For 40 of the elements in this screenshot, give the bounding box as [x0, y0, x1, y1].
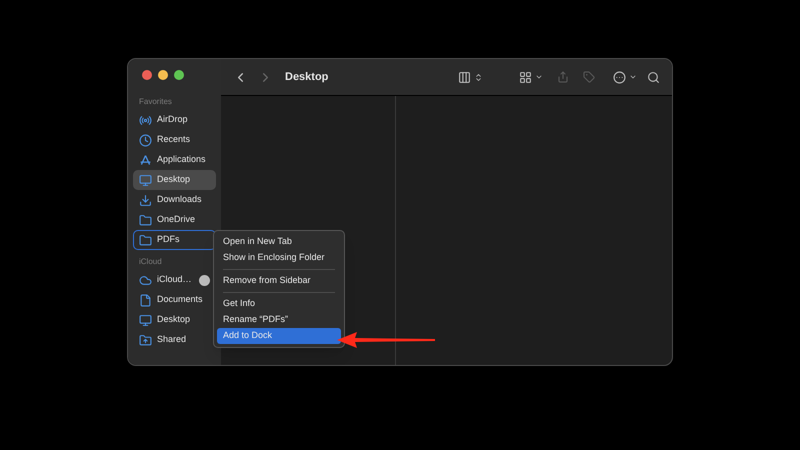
clock-icon: [139, 134, 152, 146]
sidebar-item[interactable]: Recents: [133, 130, 216, 150]
menu-item[interactable]: Rename “PDFs”: [217, 312, 341, 328]
folder-icon: [139, 234, 152, 246]
menu-item[interactable]: Get Info: [217, 296, 341, 312]
menu-item[interactable]: Open in New Tab: [217, 234, 341, 250]
updown-icon[interactable]: [474, 72, 484, 82]
sidebar-heading: iCloud: [138, 256, 163, 268]
sidebar-item[interactable]: AirDrop: [133, 110, 216, 130]
group-icon[interactable]: [519, 70, 532, 84]
sidebar-item[interactable]: Shared: [133, 330, 216, 350]
sidebar-item[interactable]: Applications: [133, 150, 216, 170]
airdrop-icon: [139, 114, 152, 126]
sidebar-item[interactable]: Documents: [133, 290, 216, 310]
window-title: Desktop: [285, 70, 328, 85]
download-icon: [139, 194, 152, 206]
more-icon[interactable]: [613, 70, 626, 84]
sidebar-item[interactable]: Desktop: [133, 170, 216, 190]
folder-icon: [139, 214, 152, 226]
sidebar-item[interactable]: Downloads: [133, 190, 216, 210]
close-button[interactable]: [142, 70, 152, 80]
zoom-button[interactable]: [174, 70, 184, 80]
menu-item[interactable]: Remove from Sidebar: [217, 273, 341, 289]
column-view-icon[interactable]: [458, 70, 472, 84]
sidebar-item[interactable]: OneDrive: [133, 210, 216, 230]
document-icon: [139, 294, 152, 306]
menu-item[interactable]: Add to Dock: [217, 328, 341, 344]
sidebar-item[interactable]: Desktop: [133, 310, 216, 330]
sidebar-item[interactable]: iCloud…: [133, 270, 216, 290]
caret-icon[interactable]: [535, 73, 544, 81]
apps-icon: [139, 154, 152, 166]
cloud-icon: [139, 274, 152, 286]
search-icon[interactable]: [647, 70, 660, 84]
caret-icon[interactable]: [629, 73, 638, 81]
shared-folder-icon: [139, 334, 152, 346]
menu-item[interactable]: Show in Enclosing Folder: [217, 250, 341, 266]
minimize-button[interactable]: [158, 70, 168, 80]
desktop-icon: [139, 174, 152, 186]
sidebar-heading: Favorites: [138, 96, 173, 108]
desktop-icon: [139, 314, 152, 326]
